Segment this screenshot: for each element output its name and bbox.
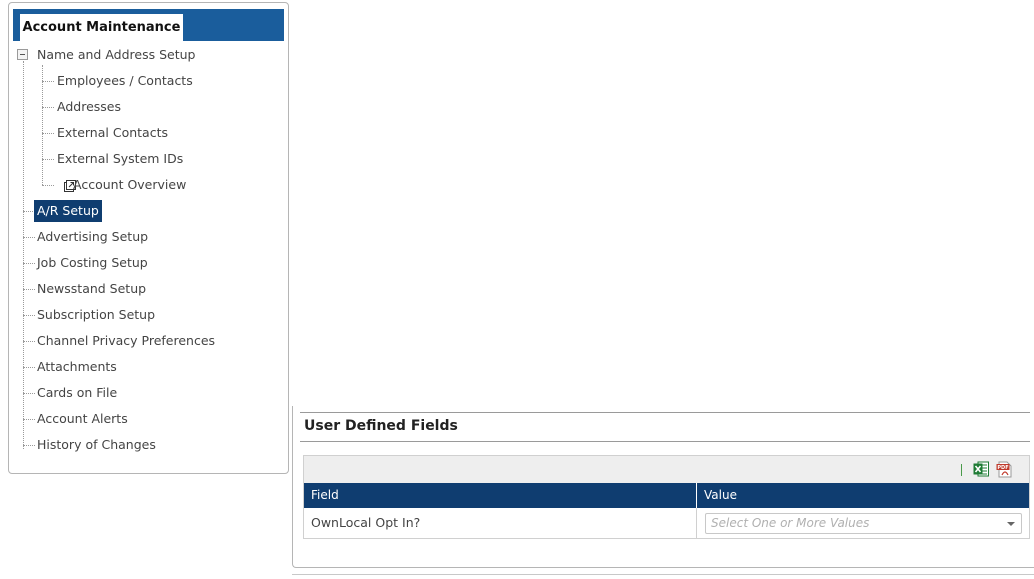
value-cell: Select One or More Values bbox=[697, 508, 1029, 538]
section-divider bbox=[300, 412, 1030, 413]
nav-item-channel-privacy-preferences[interactable]: Channel Privacy Preferences bbox=[34, 330, 218, 352]
nav-item-cards-on-file[interactable]: Cards on File bbox=[34, 382, 120, 404]
value-multiselect[interactable]: Select One or More Values bbox=[705, 513, 1022, 534]
nav-item-account-alerts[interactable]: Account Alerts bbox=[34, 408, 131, 430]
chevron-down-icon[interactable] bbox=[1007, 522, 1015, 526]
field-name-cell: OwnLocal Opt In? bbox=[304, 508, 697, 538]
nav-item-history-of-changes[interactable]: History of Changes bbox=[34, 434, 159, 456]
udf-grid: PDF Field Value OwnLocal Opt In? Select … bbox=[303, 455, 1030, 539]
nav-item-advertising-setup[interactable]: Advertising Setup bbox=[34, 226, 151, 248]
tree-connector bbox=[42, 133, 54, 134]
nav-item-name-and-address-setup[interactable]: Name and Address Setup bbox=[34, 44, 198, 66]
account-maintenance-panel: Account Maintenance Name and Address Set… bbox=[8, 2, 289, 474]
excel-export-icon[interactable] bbox=[973, 461, 989, 477]
tree-connector bbox=[42, 159, 54, 160]
nav-item-attachments[interactable]: Attachments bbox=[34, 356, 120, 378]
nav-item-external-system-ids[interactable]: External System IDs bbox=[54, 148, 186, 170]
multiselect-placeholder: Select One or More Values bbox=[711, 516, 870, 530]
nav-item-ar-setup[interactable]: A/R Setup bbox=[34, 200, 102, 222]
svg-text:PDF: PDF bbox=[997, 465, 1008, 471]
nav-item-subscription-setup[interactable]: Subscription Setup bbox=[34, 304, 158, 326]
column-header-value[interactable]: Value bbox=[697, 483, 1029, 508]
collapse-toggle-icon[interactable] bbox=[17, 49, 28, 60]
section-divider bbox=[300, 441, 1030, 442]
navigation-tree: Name and Address Setup Employees / Conta… bbox=[9, 3, 288, 473]
grid-header-row: Field Value bbox=[304, 483, 1029, 508]
pdf-export-icon[interactable]: PDF bbox=[996, 461, 1012, 478]
column-header-field[interactable]: Field bbox=[304, 483, 697, 508]
table-row: OwnLocal Opt In? Select One or More Valu… bbox=[304, 508, 1029, 538]
nav-item-external-contacts[interactable]: External Contacts bbox=[54, 122, 171, 144]
panel-divider bbox=[292, 574, 1034, 575]
tree-connector bbox=[23, 61, 24, 449]
nav-item-employees-contacts[interactable]: Employees / Contacts bbox=[54, 70, 196, 92]
section-title: User Defined Fields bbox=[304, 418, 458, 434]
tree-connector bbox=[42, 185, 54, 186]
nav-item-job-costing-setup[interactable]: Job Costing Setup bbox=[34, 252, 151, 274]
tree-connector bbox=[42, 81, 54, 82]
grid-toolbar: PDF bbox=[304, 456, 1029, 483]
nav-item-account-overview[interactable]: Account Overview bbox=[70, 174, 189, 196]
tree-connector bbox=[42, 107, 54, 108]
nav-item-addresses[interactable]: Addresses bbox=[54, 96, 124, 118]
toolbar-separator bbox=[961, 464, 962, 476]
nav-item-newsstand-setup[interactable]: Newsstand Setup bbox=[34, 278, 149, 300]
tree-connector bbox=[42, 65, 43, 185]
